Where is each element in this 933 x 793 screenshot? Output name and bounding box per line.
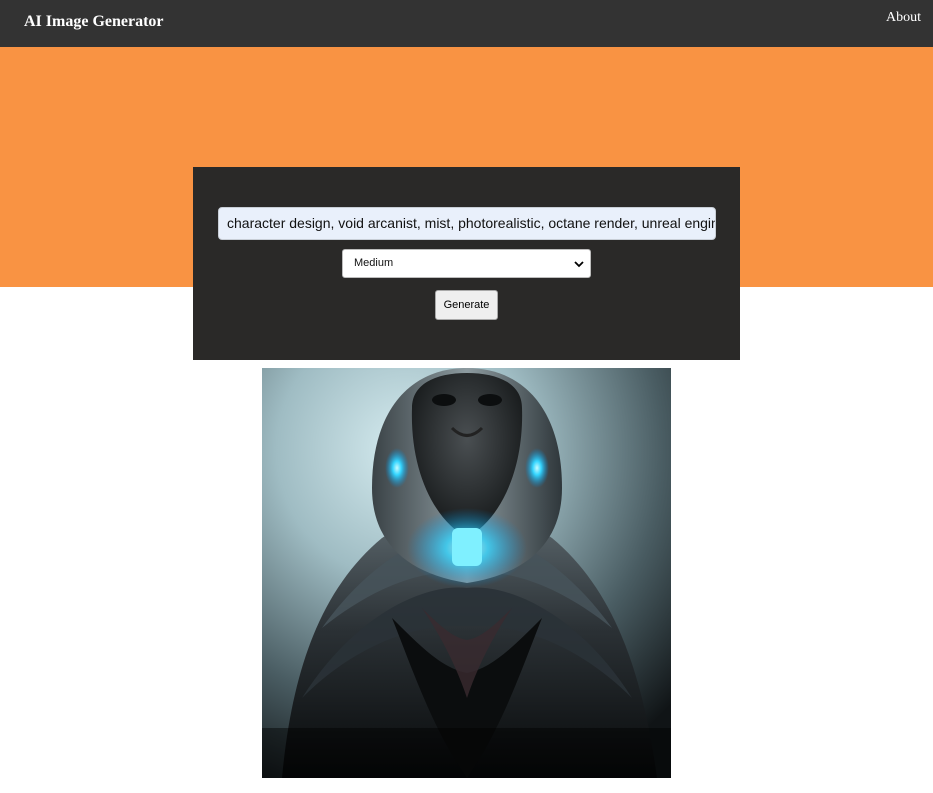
size-select-value: Medium bbox=[354, 257, 394, 269]
size-select[interactable]: Medium bbox=[342, 249, 591, 278]
chevron-down-icon bbox=[574, 261, 584, 268]
about-link[interactable]: About bbox=[886, 10, 921, 26]
generator-panel: character design, void arcanist, mist, p… bbox=[193, 167, 740, 360]
prompt-input[interactable]: character design, void arcanist, mist, p… bbox=[218, 207, 716, 240]
generate-button[interactable]: Generate bbox=[435, 290, 498, 320]
app-title-link[interactable]: AI Image Generator bbox=[24, 13, 164, 31]
generated-image bbox=[262, 368, 671, 778]
prompt-input-value: character design, void arcanist, mist, p… bbox=[227, 215, 716, 231]
hooded-figure-image bbox=[262, 368, 671, 778]
navbar: AI Image Generator About bbox=[0, 0, 933, 47]
